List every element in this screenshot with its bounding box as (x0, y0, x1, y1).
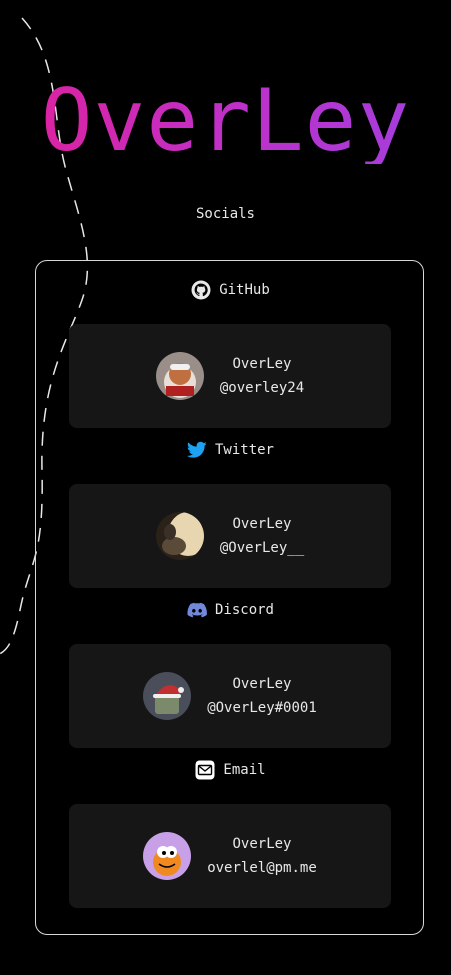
section-label-discord: Discord (214, 602, 274, 618)
section-label-github: GitHub (219, 282, 270, 298)
github-profile-card[interactable]: OverLey @overley24 (69, 324, 391, 428)
section-header-twitter: Twitter (36, 438, 425, 462)
email-profile-card[interactable]: OverLey overlel@pm.me (69, 804, 391, 908)
section-header-email: Email (36, 758, 425, 782)
discord-icon (187, 600, 207, 620)
twitter-handle: @OverLey__ (219, 540, 305, 556)
twitter-avatar (155, 512, 204, 560)
socials-panel: GitHub OverLey @overley24 Twitter OverLe… (35, 260, 424, 935)
github-handle: @overley24 (219, 380, 305, 396)
email-icon (195, 760, 215, 780)
section-header-github: GitHub (36, 278, 425, 302)
email-avatar (143, 832, 192, 880)
github-display-name: OverLey (232, 356, 292, 372)
twitter-display-name: OverLey (232, 516, 292, 532)
discord-avatar (143, 672, 192, 720)
section-header-discord: Discord (36, 598, 425, 622)
section-label-email: Email (223, 762, 266, 778)
page-subtitle: Socials (195, 206, 255, 222)
section-label-twitter: Twitter (214, 442, 274, 458)
discord-profile-card[interactable]: OverLey @OverLey#0001 (69, 644, 391, 748)
email-address: overlel@pm.me (207, 860, 317, 876)
twitter-icon (186, 440, 207, 460)
email-display-name: OverLey (232, 836, 292, 852)
page-title: OverLey (0, 78, 451, 164)
twitter-profile-card[interactable]: OverLey @OverLey__ (69, 484, 391, 588)
github-avatar (155, 352, 204, 400)
github-icon (191, 280, 211, 300)
discord-display-name: OverLey (232, 676, 292, 692)
discord-handle: @OverLey#0001 (207, 700, 317, 716)
